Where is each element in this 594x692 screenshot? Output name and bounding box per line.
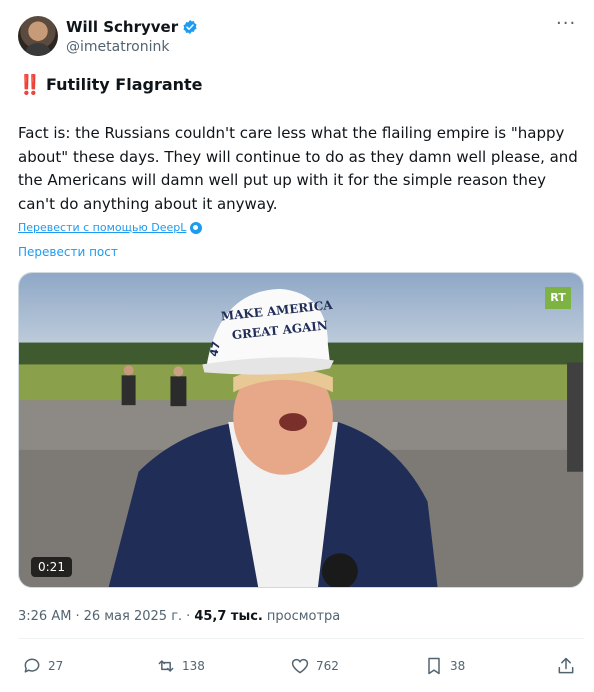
video-frame: MAKE AMERICA GREAT AGAIN 47 [19,273,583,587]
post-time[interactable]: 3:26 AM [18,609,71,624]
reply-icon [24,658,40,673]
bookmark-button[interactable]: 38 [424,656,465,676]
post-body: Fact is: the Russians couldn't care less… [18,124,578,213]
meta-separator: · [75,609,80,624]
divider [18,638,584,639]
meta-separator: · [186,609,191,624]
author-handle[interactable]: @imetatronink [66,39,169,55]
repost-count: 138 [182,659,205,673]
video-duration: 0:21 [31,557,72,577]
author-display-name[interactable]: Will Schryver [66,18,178,36]
bookmark-icon [428,657,440,675]
post-title: Futility Flagrante [46,75,203,94]
post-date[interactable]: 26 мая 2025 г. [84,609,183,624]
like-button[interactable]: 762 [290,656,339,676]
post-header: Will Schryver @imetatronink ··· [18,15,578,60]
double-exclamation-icon: ‼️ [18,74,42,96]
video-player[interactable]: MAKE AMERICA GREAT AGAIN 47 RT 0:21 [18,272,584,588]
post-title-row: ‼️ Futility Flagrante [18,73,203,96]
deepl-link-label[interactable]: Перевести с помощью DeepL [18,221,186,234]
deepl-icon [190,221,203,234]
share-button[interactable] [556,656,576,676]
deepl-translate-link[interactable]: Перевести с помощью DeepL [18,221,203,234]
verified-badge-icon [183,20,197,34]
share-icon [558,657,574,674]
translate-post-link[interactable]: Перевести пост [18,245,118,259]
post-meta: 3:26 AM · 26 мая 2025 г. · 45,7 тыс. про… [18,609,340,624]
repost-button[interactable]: 138 [156,656,205,676]
author-name-row: Will Schryver [66,18,198,36]
avatar[interactable] [18,16,58,56]
like-count: 762 [316,659,339,673]
more-options-icon[interactable]: ··· [556,15,576,38]
rt-logo: RT [545,287,571,309]
reply-button[interactable]: 27 [22,656,63,676]
views-count: 45,7 тыс. [194,609,263,624]
views-label: просмотра [266,609,341,624]
reply-count: 27 [48,659,64,673]
heart-icon [291,658,309,674]
repost-icon [158,660,174,672]
action-bar: 27 138 762 38 [18,656,584,682]
bookmark-count: 38 [450,659,466,673]
